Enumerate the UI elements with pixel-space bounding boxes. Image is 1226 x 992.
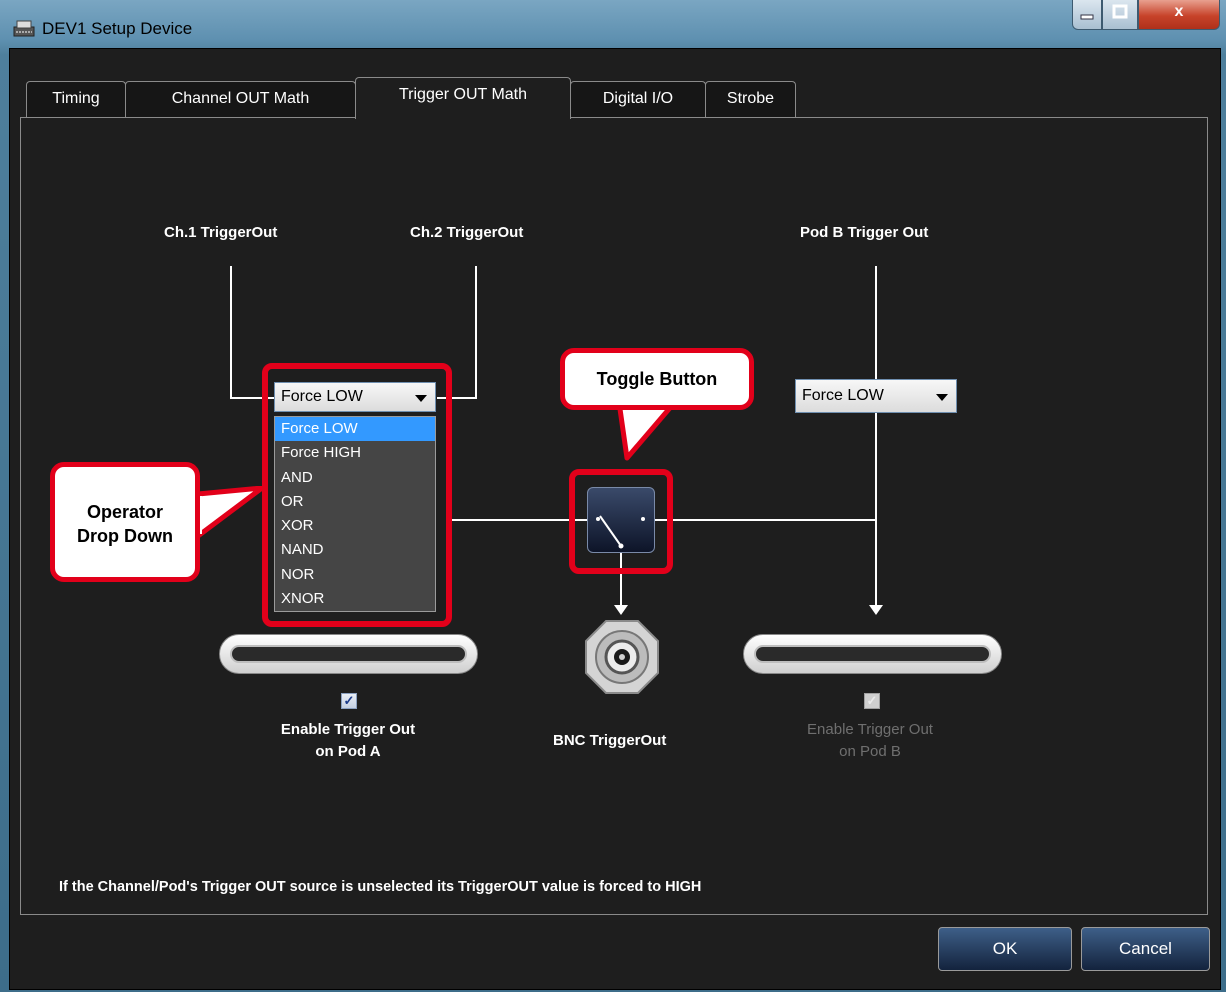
toggle-left-wire	[446, 519, 588, 521]
tab-label: Trigger OUT Math	[398, 86, 528, 103]
title-bar[interactable]: DEV1 Setup Device x	[0, 0, 1226, 48]
cancel-button[interactable]: Cancel	[1081, 927, 1210, 971]
tab-strobe[interactable]: Strobe	[705, 81, 796, 118]
pod-connector-icon	[754, 645, 991, 663]
label-line1: Enable Trigger Out	[807, 721, 933, 738]
pod-b-operator-select[interactable]: Force LOW	[795, 379, 957, 413]
pod-a-connector	[219, 634, 478, 674]
pod-a-enable-checkbox[interactable]: ✓	[341, 693, 357, 709]
pod-a-enable-label: Enable Trigger Out on Pod A	[272, 719, 424, 763]
pod-b-enable-checkbox[interactable]: ✓	[864, 693, 880, 709]
tab-label: Strobe	[726, 90, 775, 107]
close-icon: x	[1174, 3, 1184, 20]
operator-highlight-box	[262, 363, 452, 627]
maximize-icon	[1112, 4, 1128, 19]
tab-channel-out-math[interactable]: Channel OUT Math	[125, 81, 356, 118]
tab-label: Digital I/O	[602, 90, 674, 107]
dialog-window: DEV1 Setup Device x Timing Channel OUT M…	[0, 0, 1226, 992]
label-line2: on Pod B	[839, 743, 901, 760]
ch2-wire	[475, 266, 477, 398]
ch1-wire	[230, 266, 232, 398]
label-line1: Enable Trigger Out	[280, 721, 416, 738]
toggle-callout-pointer	[617, 402, 678, 461]
operator-callout-pointer	[196, 486, 265, 539]
toggle-highlight-box	[569, 469, 673, 574]
pod-b-enable-label: Enable Trigger Out on Pod B	[794, 719, 946, 763]
unselected-source-note: If the Channel/Pod's Trigger OUT source …	[59, 879, 702, 895]
pod-connector-icon	[230, 645, 467, 663]
checkmark-icon: ✓	[866, 693, 878, 708]
ok-button[interactable]: OK	[938, 927, 1072, 971]
maximize-button[interactable]	[1102, 0, 1138, 30]
bnc-trigger-label: BNC TriggerOut	[553, 732, 667, 749]
podb-wire	[875, 266, 877, 609]
tab-label: Channel OUT Math	[171, 90, 310, 107]
close-button[interactable]: x	[1138, 0, 1220, 30]
tab-timing[interactable]: Timing	[26, 81, 126, 118]
label-line2: on Pod A	[315, 743, 381, 760]
bnc-arrow-icon	[614, 605, 628, 615]
dropdown-arrow-icon	[936, 394, 948, 401]
operator-dropdown-callout: Operator Drop Down	[50, 462, 200, 582]
podb-arrow-icon	[869, 605, 883, 615]
callout-text: Toggle Button	[596, 369, 718, 389]
minimize-button[interactable]	[1072, 0, 1102, 30]
device-setup-icon	[13, 20, 35, 37]
tab-label: Timing	[52, 90, 100, 107]
bnc-connector-icon	[585, 620, 659, 694]
pod-b-connector	[743, 634, 1002, 674]
window-title: DEV1 Setup Device	[42, 19, 193, 38]
select-value: Force LOW	[802, 387, 884, 404]
tab-digital-io[interactable]: Digital I/O	[570, 81, 706, 118]
callout-text-line2: Drop Down	[77, 526, 173, 546]
toggle-right-wire	[655, 519, 877, 521]
callout-text-line1: Operator	[86, 502, 164, 522]
ch2-trigger-label: Ch.2 TriggerOut	[410, 224, 524, 241]
checkmark-icon: ✓	[343, 693, 355, 708]
ch1-trigger-label: Ch.1 TriggerOut	[164, 224, 278, 241]
tab-trigger-out-math[interactable]: Trigger OUT Math	[355, 77, 571, 119]
podb-trigger-label: Pod B Trigger Out	[800, 224, 929, 241]
minimize-icon	[1080, 14, 1094, 20]
toggle-button-callout: Toggle Button	[560, 348, 754, 410]
